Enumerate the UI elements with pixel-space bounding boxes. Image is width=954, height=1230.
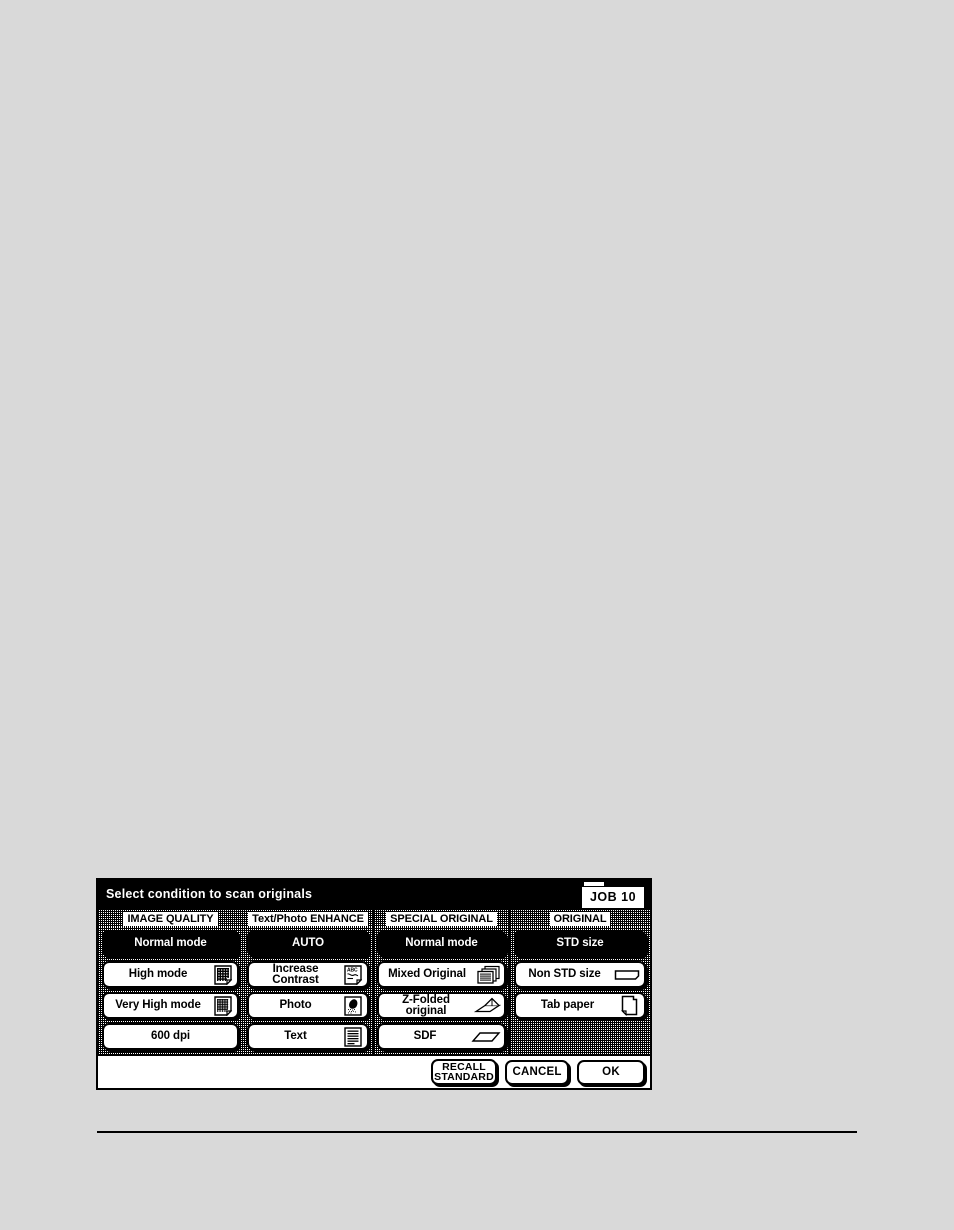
column-header-image-quality: IMAGE QUALITY xyxy=(98,910,243,927)
abc-page-icon: ABC xyxy=(342,964,364,985)
ok-button[interactable]: OK xyxy=(577,1059,645,1085)
photo-icon xyxy=(342,995,364,1016)
option-high-mode[interactable]: High mode xyxy=(102,961,239,988)
column-header-original: ORIGINAL xyxy=(510,910,650,927)
cancel-button[interactable]: CANCEL xyxy=(505,1059,569,1085)
column-header-text-photo-enhance: Text/Photo ENHANCE xyxy=(243,910,373,927)
svg-text:ABC: ABC xyxy=(347,967,358,973)
option-auto[interactable]: AUTO xyxy=(247,930,369,957)
column-header-label: SPECIAL ORIGINAL xyxy=(386,911,497,926)
option-label: Z-Folded original xyxy=(402,993,450,1017)
column-special-original: Normal mode Mixed Original Z-Folded orig… xyxy=(373,927,510,1054)
column-text-photo-enhance: AUTO Increase Contrast ABC Photo Text xyxy=(243,927,373,1054)
ok-label: OK xyxy=(602,1066,620,1078)
stacked-pages-icon xyxy=(475,964,501,985)
column-original: STD size Non STD size Tab paper xyxy=(510,927,650,1054)
job-badge-tab xyxy=(584,882,604,886)
dialog-titlebar: Select condition to scan originals JOB 1… xyxy=(98,880,650,910)
column-divider xyxy=(508,910,510,1054)
option-normal-mode-special[interactable]: Normal mode xyxy=(377,930,506,957)
option-increase-contrast[interactable]: Increase Contrast ABC xyxy=(247,961,369,988)
dense-grid-page-icon xyxy=(212,964,234,985)
z-folded-sheet-icon xyxy=(473,995,501,1016)
option-z-folded-original[interactable]: Z-Folded original xyxy=(377,992,506,1019)
option-non-std-size[interactable]: Non STD size xyxy=(514,961,646,988)
option-600-dpi[interactable]: 600 dpi xyxy=(102,1023,239,1050)
dialog-title: Select condition to scan originals xyxy=(106,887,313,901)
column-header-label: IMAGE QUALITY xyxy=(123,911,218,926)
option-label: Mixed Original xyxy=(388,968,466,980)
fine-grid-page-icon xyxy=(212,995,234,1016)
option-label: SDF xyxy=(413,1030,437,1042)
option-label: Tab paper xyxy=(540,999,595,1011)
text-lines-icon xyxy=(342,1026,364,1047)
option-label: Very High mode xyxy=(115,999,201,1011)
single-sheet-icon xyxy=(471,1026,501,1047)
column-header-special-original: SPECIAL ORIGINAL xyxy=(373,910,510,927)
column-header-label: Text/Photo ENHANCE xyxy=(248,911,368,926)
option-label: Non STD size xyxy=(528,968,601,980)
option-std-size[interactable]: STD size xyxy=(514,930,646,957)
option-label: Increase Contrast xyxy=(272,962,319,986)
option-mixed-original[interactable]: Mixed Original xyxy=(377,961,506,988)
option-label: 600 dpi xyxy=(151,1030,190,1042)
job-badge-label: JOB 10 xyxy=(582,887,644,908)
option-label: High mode xyxy=(128,968,188,980)
cancel-label: CANCEL xyxy=(512,1066,562,1078)
option-label: Text xyxy=(284,1030,307,1042)
option-sdf[interactable]: SDF xyxy=(377,1023,506,1050)
option-very-high-mode[interactable]: Very High mode xyxy=(102,992,239,1019)
option-tab-paper[interactable]: Tab paper xyxy=(514,992,646,1019)
option-label: STD size xyxy=(556,937,604,949)
option-normal-mode-quality[interactable]: Normal mode xyxy=(102,930,239,957)
job-badge: JOB 10 xyxy=(582,882,644,908)
page-footer-rule xyxy=(97,1131,857,1133)
column-divider xyxy=(373,910,375,1054)
column-image-quality: Normal mode High mode Very High mode 600… xyxy=(98,927,243,1054)
column-header-label: ORIGINAL xyxy=(549,911,611,926)
option-text[interactable]: Text xyxy=(247,1023,369,1050)
option-label: Photo xyxy=(279,999,312,1011)
option-label: Normal mode xyxy=(405,937,478,949)
option-label: Normal mode xyxy=(134,937,207,949)
option-label: AUTO xyxy=(292,937,324,949)
option-columns: Normal mode High mode Very High mode 600… xyxy=(98,910,650,1054)
option-photo[interactable]: Photo xyxy=(247,992,369,1019)
scan-condition-dialog: Select condition to scan originals JOB 1… xyxy=(96,878,652,1090)
dialog-action-bar: RECALL STANDARD CANCEL OK xyxy=(98,1054,650,1088)
recall-standard-button[interactable]: RECALL STANDARD xyxy=(431,1059,497,1085)
tab-page-icon xyxy=(619,995,641,1016)
recall-standard-label: RECALL STANDARD xyxy=(434,1061,494,1083)
landscape-sheet-icon xyxy=(613,964,641,985)
